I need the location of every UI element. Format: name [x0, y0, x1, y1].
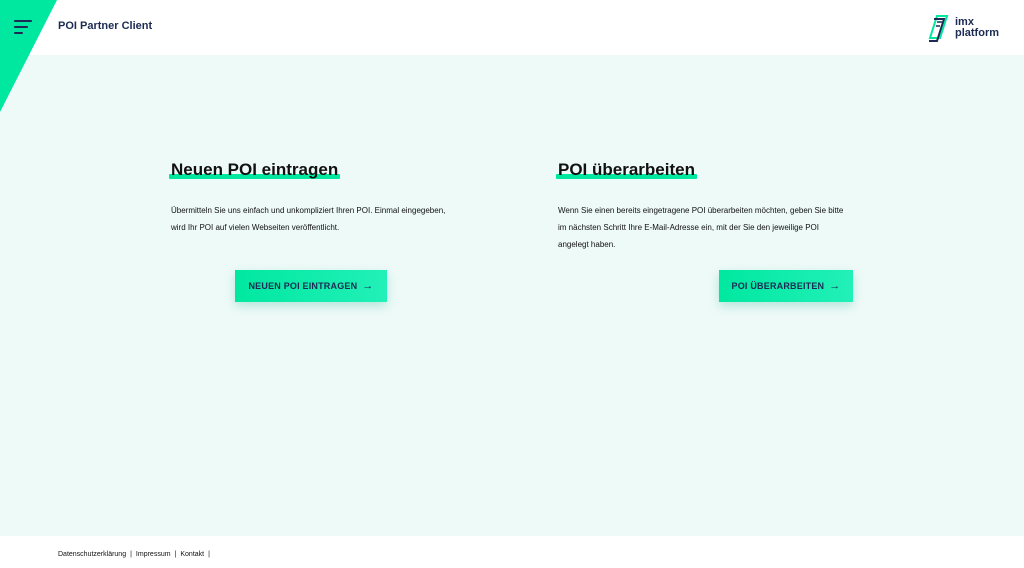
imx-platform-logo[interactable]: imx platform	[928, 13, 1010, 43]
arrow-right-icon: →	[362, 280, 374, 292]
arrow-right-icon: →	[829, 280, 841, 292]
corner-accent-shape	[0, 0, 57, 112]
footer-separator: |	[130, 551, 132, 558]
new-poi-description: Übermitteln Sie uns einfach und unkompli…	[171, 206, 446, 232]
footer-links: Datenschutzerklärung | Impressum | Konta…	[58, 551, 214, 558]
new-poi-heading: Neuen POI eintragen	[169, 160, 341, 180]
logo-line-2: platform	[955, 27, 999, 39]
new-poi-heading-text: Neuen POI eintragen	[171, 160, 339, 179]
edit-poi-description: Wenn Sie einen bereits eingetragene POI …	[558, 206, 844, 249]
imx-logo-icon	[928, 15, 949, 42]
edit-poi-heading: POI überarbeiten	[556, 160, 697, 180]
footer-separator: |	[208, 551, 210, 558]
app-title: POI Partner Client	[58, 20, 153, 32]
edit-poi-button-label: POI ÜBERARBEITEN	[731, 281, 825, 291]
edit-poi-card: POI überarbeiten Wenn Sie einen bereits …	[556, 160, 858, 302]
new-poi-button-label: NEUEN POI EINTRAGEN	[248, 281, 358, 291]
footer-link-imprint[interactable]: Impressum	[136, 551, 171, 558]
edit-poi-button[interactable]: POI ÜBERARBEITEN →	[719, 270, 853, 302]
footer-separator: |	[174, 551, 177, 558]
footer-link-privacy[interactable]: Datenschutzerklärung	[58, 551, 126, 558]
hamburger-icon[interactable]	[14, 18, 36, 36]
new-poi-button[interactable]: NEUEN POI EINTRAGEN →	[235, 270, 387, 302]
page-footer: Datenschutzerklärung | Impressum | Konta…	[0, 536, 1024, 568]
app-header: imx platform	[0, 0, 1024, 55]
edit-poi-heading-text: POI überarbeiten	[558, 160, 695, 179]
footer-link-contact[interactable]: Kontakt	[180, 551, 204, 558]
new-poi-card: Neuen POI eintragen Übermitteln Sie uns …	[169, 160, 471, 302]
logo-text: imx platform	[955, 17, 999, 39]
